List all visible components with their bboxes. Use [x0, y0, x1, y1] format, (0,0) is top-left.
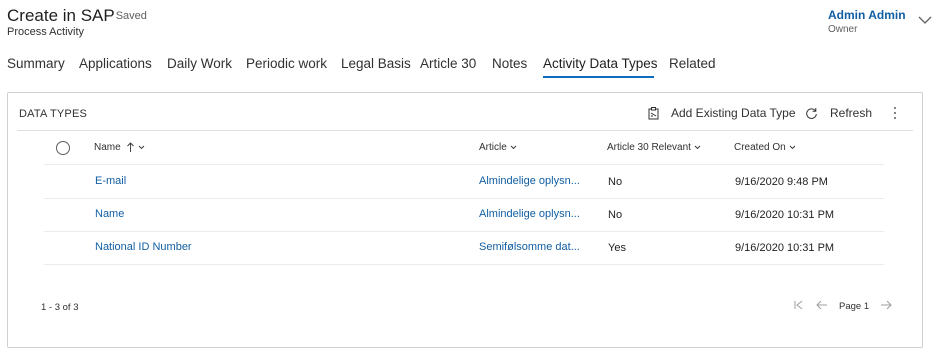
chevron-down-icon	[789, 145, 796, 150]
tab-bar: Summary Applications Daily Work Periodic…	[0, 52, 942, 78]
tab-daily-work[interactable]: Daily Work	[167, 56, 232, 71]
add-existing-label: Add Existing Data Type	[671, 106, 796, 120]
column-label-name: Name	[94, 142, 121, 153]
subgrid-title: DATA TYPES	[19, 108, 88, 120]
row-name-link[interactable]: National ID Number	[95, 241, 192, 253]
row-name-link[interactable]: E-mail	[95, 175, 126, 187]
entity-type-label: Process Activity	[7, 26, 85, 38]
column-header-article[interactable]: Article	[479, 142, 517, 153]
row-article-link[interactable]: Almindelige oplysn...	[479, 208, 580, 220]
row-divider	[44, 231, 884, 232]
record-count: 1 - 3 of 3	[41, 302, 79, 313]
chevron-down-icon	[138, 145, 145, 150]
page-indicator: Page 1	[839, 301, 870, 312]
tab-notes[interactable]: Notes	[492, 56, 527, 71]
column-header-created-on[interactable]: Created On	[734, 142, 796, 153]
arrow-up-icon	[126, 142, 134, 152]
chevron-down-icon	[510, 145, 517, 150]
select-all-checkbox[interactable]	[56, 141, 70, 155]
owner-field-label: Owner	[828, 24, 858, 35]
record-title: Create in SAP	[7, 6, 115, 25]
clipboard-icon	[648, 106, 659, 119]
subgrid-divider	[17, 130, 913, 131]
row-relevant-value: No	[608, 209, 623, 221]
tab-legal-basis[interactable]: Legal Basis	[341, 56, 411, 71]
row-relevant-value: No	[608, 176, 623, 188]
table-header-divider	[44, 164, 884, 165]
chevron-down-icon	[694, 145, 701, 150]
row-divider	[44, 198, 884, 199]
tab-summary[interactable]: Summary	[7, 56, 65, 71]
refresh-label: Refresh	[830, 106, 873, 120]
row-divider	[44, 264, 884, 265]
refresh-button[interactable]: Refresh	[805, 104, 872, 122]
first-page-icon[interactable]	[792, 298, 806, 312]
column-label-created-on: Created On	[734, 142, 786, 153]
row-created-value: 9/16/2020 9:48 PM	[735, 176, 828, 188]
row-article-link[interactable]: Almindelige oplysn...	[479, 175, 580, 187]
add-existing-data-type-button[interactable]: Add Existing Data Type	[648, 104, 796, 122]
save-status: - Saved	[109, 10, 147, 22]
column-header-article-30-relevant[interactable]: Article 30 Relevant	[607, 142, 701, 153]
column-label-article: Article	[479, 142, 507, 153]
active-tab-indicator	[543, 76, 654, 78]
column-label-article-30-relevant: Article 30 Relevant	[607, 142, 691, 153]
more-vertical-icon[interactable]	[890, 105, 900, 121]
tab-article-30[interactable]: Article 30	[420, 56, 476, 71]
row-article-link[interactable]: Semifølsomme dat...	[479, 241, 580, 253]
tab-applications[interactable]: Applications	[79, 56, 152, 71]
row-name-link[interactable]: Name	[95, 208, 124, 220]
column-header-name[interactable]: Name	[94, 142, 145, 153]
refresh-icon	[806, 107, 817, 119]
tab-periodic-work[interactable]: Periodic work	[246, 56, 327, 71]
tab-related[interactable]: Related	[669, 56, 716, 71]
data-types-subgrid: DATA TYPES Add Existing Data Type Refres…	[7, 92, 923, 348]
row-created-value: 9/16/2020 10:31 PM	[735, 242, 835, 254]
owner-name-link[interactable]: Admin Admin	[828, 8, 906, 22]
arrow-right-icon[interactable]	[879, 298, 893, 312]
tab-activity-data-types[interactable]: Activity Data Types	[543, 56, 658, 71]
arrow-left-icon[interactable]	[815, 298, 829, 312]
chevron-down-icon[interactable]	[917, 14, 933, 26]
form-header: Create in SAP - Saved Process Activity A…	[0, 0, 942, 46]
row-created-value: 9/16/2020 10:31 PM	[735, 209, 835, 221]
row-relevant-value: Yes	[608, 242, 626, 254]
